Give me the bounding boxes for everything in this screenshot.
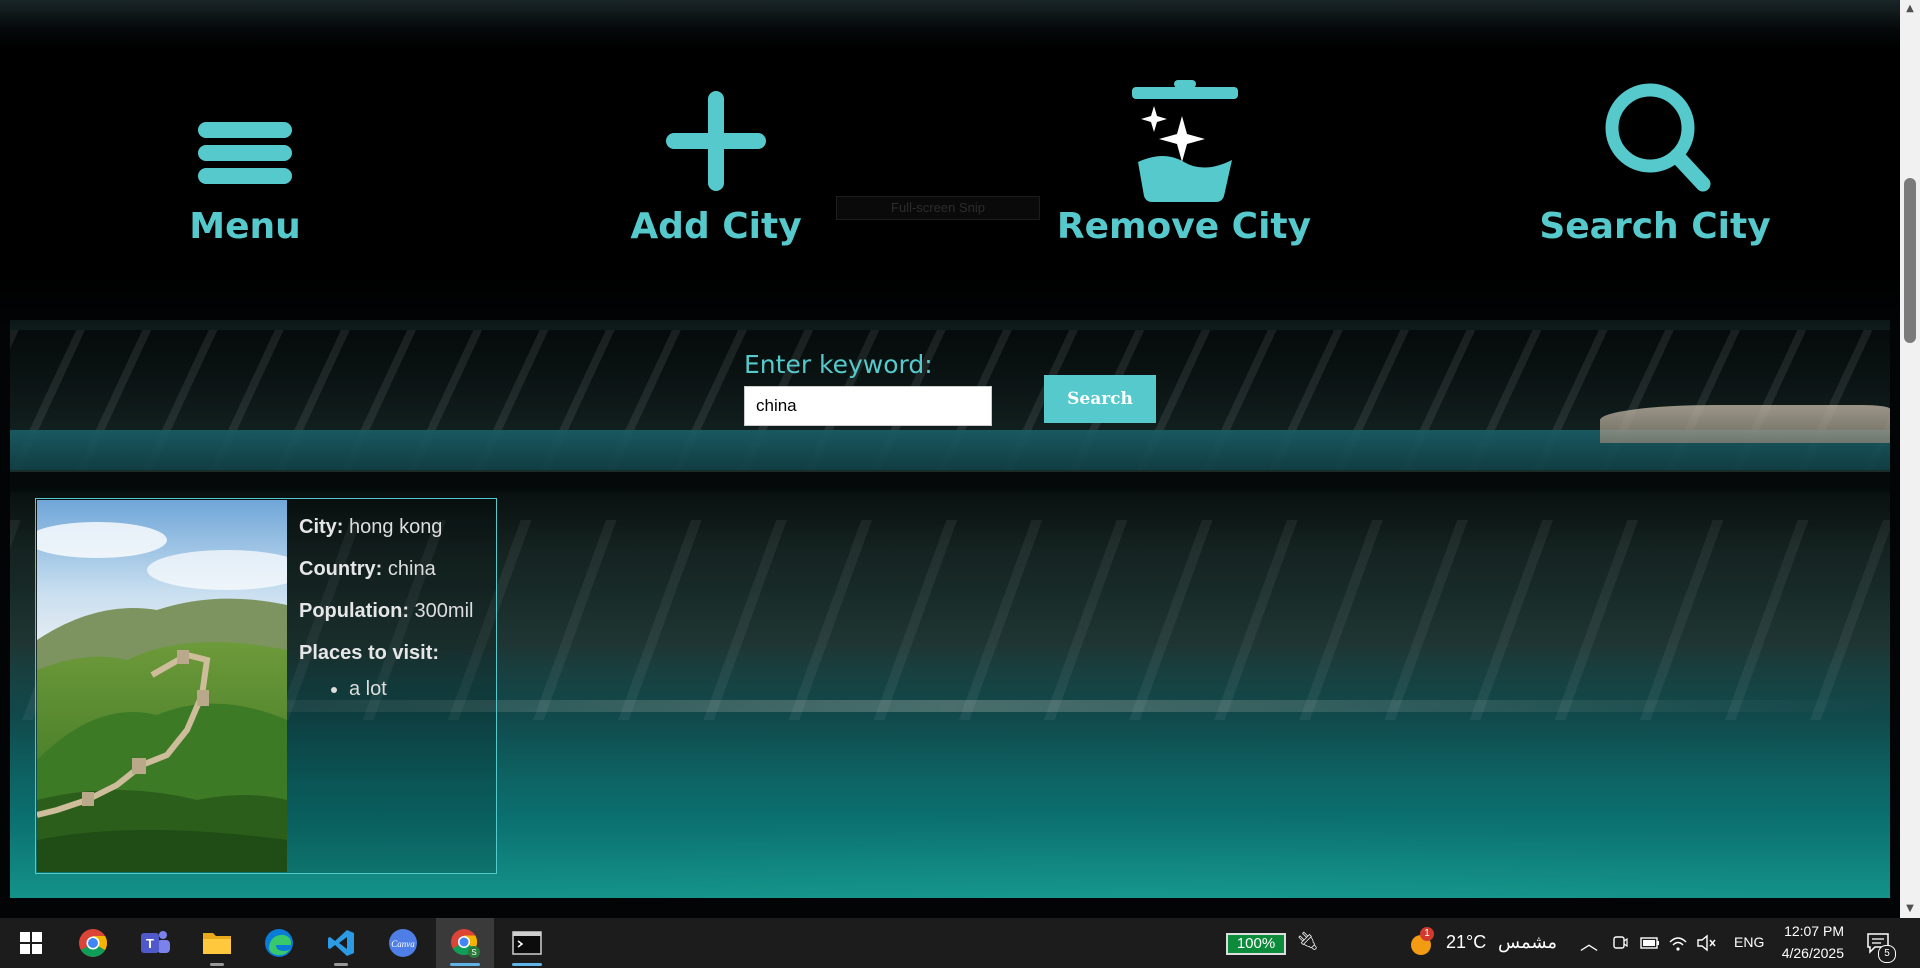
country-row: Country: china [299,559,473,579]
windows-start-icon [20,932,42,954]
notification-count-badge: 5 [1878,945,1896,963]
taskbar-canva[interactable]: Canva [374,918,432,968]
city-label: City: [299,516,344,538]
city-image [37,500,287,872]
taskbar-file-explorer[interactable] [188,918,246,968]
taskbar-teams[interactable]: T [126,918,184,968]
start-button[interactable] [2,918,60,968]
plug-icon: 🔌︎ [1296,931,1319,951]
nav-add-city-label: Add City [630,206,802,247]
browser-viewport: Menu Add City Remove City Search City Fu… [0,0,1900,918]
chrome-icon [79,929,107,957]
great-wall-image [37,500,287,872]
clock-date[interactable]: 4/26/2025 [1770,945,1844,961]
chrome-profile-icon: S [451,929,480,958]
edge-icon [265,929,293,957]
canva-icon: Canva [389,929,417,957]
country-value: china [387,558,436,580]
weather-condition-text[interactable]: مشمس [1498,932,1557,953]
places-label: Places to visit: [299,642,440,664]
battery-indicator[interactable]: 100% [1226,933,1286,955]
volume-muted-icon[interactable] [1696,934,1716,952]
city-details: City: hong kong Country: china Populatio… [299,517,473,699]
nav-search-city-label: Search City [1539,206,1771,247]
nav-remove-city-label: Remove City [1056,206,1312,247]
background-shore [1600,405,1890,443]
page-scrollbar[interactable]: ▲ ▼ [1900,0,1920,918]
terminal-icon [512,931,542,955]
trash-sparkle-icon [1132,80,1238,202]
nav-remove-city[interactable]: Remove City [1044,78,1324,247]
nav-add-city[interactable]: Add City [576,78,856,247]
nav-menu-label: Menu [189,206,301,247]
vscode-icon [328,930,354,956]
population-value: 300mil [414,600,474,622]
teams-icon: T [141,931,170,953]
nav-search-city[interactable]: Search City [1515,78,1795,247]
show-hidden-icons-chevron-icon[interactable]: ︿ [1580,930,1598,956]
city-card: City: hong kong Country: china Populatio… [35,498,497,874]
scroll-down-arrow-icon[interactable]: ▼ [1900,900,1920,918]
weather-badge: 1 [1420,927,1434,941]
meet-now-icon[interactable] [1612,934,1628,952]
taskbar-vscode[interactable] [312,918,370,968]
city-value: hong kong [349,516,443,538]
temperature-text[interactable]: 21°C [1446,932,1486,953]
hamburger-menu-icon [198,122,292,184]
nav-menu[interactable]: Menu [105,78,385,247]
city-row: City: hong kong [299,517,473,537]
svg-text:T: T [146,936,154,951]
clock-time[interactable]: 12:07 PM [1778,923,1844,939]
search-input[interactable] [744,386,992,426]
svg-text:Canva: Canva [391,939,415,949]
taskbar-chrome-profile[interactable]: S [436,918,494,968]
wifi-icon[interactable] [1668,934,1688,952]
svg-text:S: S [471,948,476,957]
population-row: Population: 300mil [299,601,473,621]
taskbar-chrome[interactable] [64,918,122,968]
snip-tooltip: Full-screen Snip [836,196,1040,220]
country-label: Country: [299,558,383,580]
battery-tray-icon[interactable] [1640,936,1660,950]
file-explorer-icon [203,933,231,954]
background-top [0,0,1900,48]
magnifier-icon [1605,83,1711,192]
scroll-up-arrow-icon[interactable]: ▲ [1900,0,1920,18]
taskbar-terminal[interactable] [498,918,556,968]
scroll-thumb[interactable] [1904,178,1916,343]
language-indicator[interactable]: ENG [1734,934,1764,950]
places-row: Places to visit: [299,643,473,663]
top-nav: Menu Add City Remove City Search City Fu… [0,48,1900,328]
population-label: Population: [299,600,409,622]
search-label: Enter keyword: [744,350,933,379]
windows-taskbar: T Canva S 100% 🔌︎ 1 21°C مشمس ︿ ENG 12:0… [0,918,1920,968]
place-item: a lot [349,679,473,699]
plus-icon [666,91,766,191]
places-list: a lot [299,679,473,699]
taskbar-edge[interactable] [250,918,308,968]
search-button[interactable]: Search [1044,375,1156,423]
